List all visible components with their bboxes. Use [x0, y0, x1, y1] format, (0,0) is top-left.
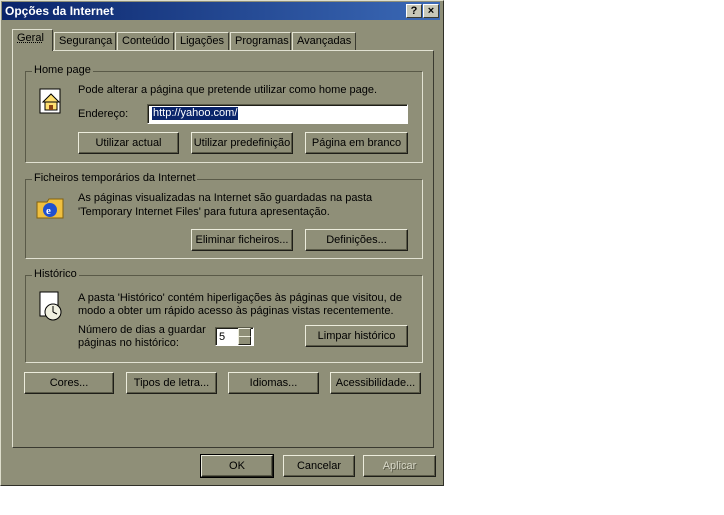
use-current-button[interactable]: Utilizar actual	[78, 132, 179, 154]
internet-options-window: Opções da Internet ? × Geral Segurança C…	[0, 0, 444, 486]
close-button[interactable]: ×	[423, 4, 439, 18]
ie-folder-icon: e	[36, 198, 64, 219]
days-stepper[interactable]: 5	[215, 327, 254, 346]
colors-button[interactable]: Cores...	[24, 372, 114, 394]
home-page-group-label: Home page	[32, 64, 93, 76]
tab-conteudo[interactable]: Conteúdo	[117, 32, 174, 50]
history-icon	[39, 291, 62, 321]
history-description-1: A pasta 'Histórico' contém hiperligações…	[78, 292, 402, 304]
temp-settings-button[interactable]: Definições...	[305, 229, 408, 251]
languages-button[interactable]: Idiomas...	[228, 372, 319, 394]
apply-button[interactable]: Aplicar	[363, 455, 436, 477]
use-default-button[interactable]: Utilizar predefinição	[191, 132, 293, 154]
use-blank-button[interactable]: Página em branco	[305, 132, 408, 154]
address-value: http://yahoo.com/	[152, 107, 239, 120]
address-field[interactable]: http://yahoo.com/	[147, 104, 408, 124]
temp-files-group: Ficheiros temporários da Internet e As p…	[25, 172, 423, 259]
fonts-button[interactable]: Tipos de letra...	[126, 372, 217, 394]
days-label-2: páginas no histórico:	[78, 337, 179, 349]
tab-seguranca[interactable]: Segurança	[54, 32, 116, 50]
tab-panel-geral: Home page Pode alterar a página que pret…	[12, 50, 434, 448]
days-label-1: Número de dias a guardar	[78, 324, 206, 336]
home-page-group: Home page Pode alterar a página que pret…	[25, 64, 423, 163]
help-button[interactable]: ?	[406, 4, 422, 18]
stepper-down-button[interactable]	[238, 336, 251, 345]
history-group: Histórico A pasta 'Histórico' contém hip…	[25, 268, 423, 363]
history-description-2: modo a obter um rápido acesso às páginas…	[78, 305, 394, 317]
title-bar[interactable]: Opções da Internet ? ×	[2, 2, 440, 20]
tab-ligacoes[interactable]: Ligações	[175, 32, 229, 50]
temp-files-description-2: 'Temporary Internet Files' para futura a…	[78, 206, 330, 218]
home-page-icon	[39, 88, 61, 114]
clear-history-button[interactable]: Limpar histórico	[305, 325, 408, 347]
cancel-button[interactable]: Cancelar	[283, 455, 355, 477]
tab-geral[interactable]: Geral	[12, 29, 53, 51]
tab-avancadas[interactable]: Avançadas	[292, 32, 356, 50]
accessibility-button[interactable]: Acessibilidade...	[330, 372, 421, 394]
home-page-description: Pode alterar a página que pretende utili…	[78, 84, 378, 96]
temp-files-description-1: As páginas visualizadas na Internet são …	[78, 192, 373, 204]
temp-files-group-label: Ficheiros temporários da Internet	[32, 172, 198, 184]
delete-files-button[interactable]: Eliminar ficheiros...	[191, 229, 293, 251]
window-title: Opções da Internet	[5, 4, 114, 18]
days-value: 5	[219, 331, 226, 343]
address-label: Endereço:	[78, 108, 129, 120]
tab-programas[interactable]: Programas	[230, 32, 291, 50]
ok-button[interactable]: OK	[200, 454, 274, 478]
history-group-label: Histórico	[32, 268, 79, 280]
svg-text:e: e	[46, 205, 51, 217]
